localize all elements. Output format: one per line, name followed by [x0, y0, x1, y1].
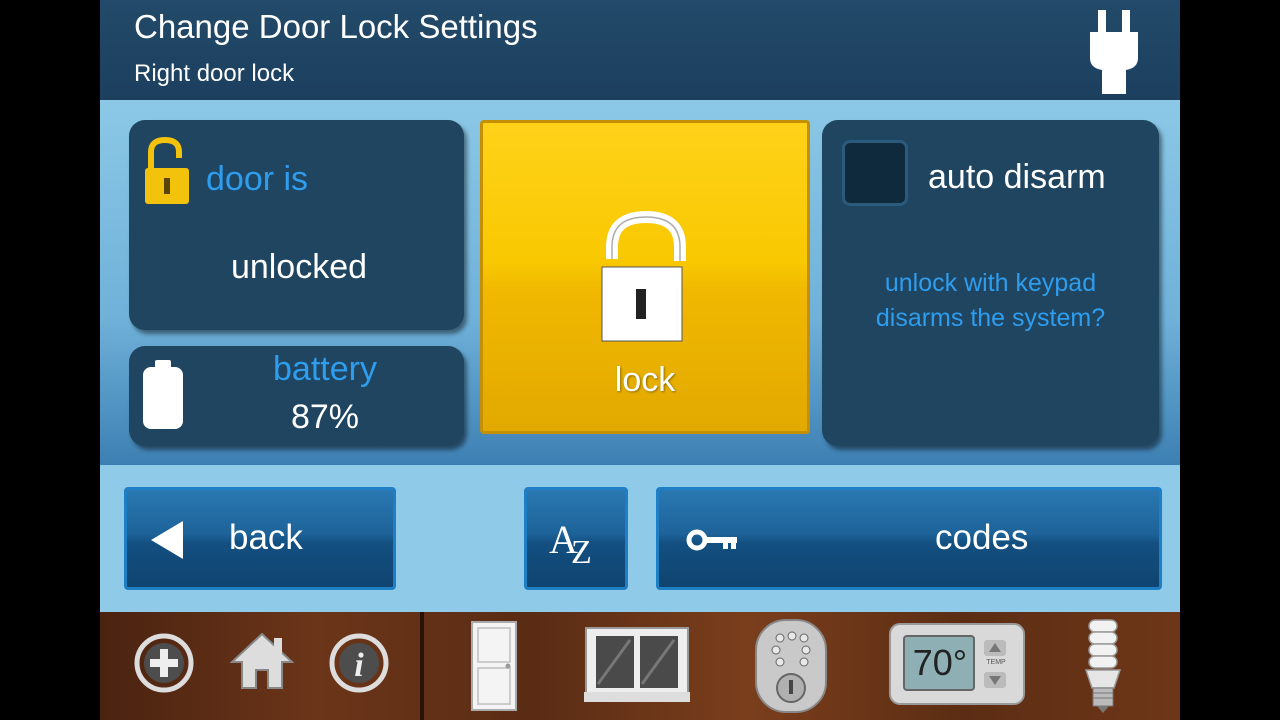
power-plug-icon: [1090, 10, 1138, 94]
window-icon[interactable]: [584, 626, 690, 702]
door-icon[interactable]: [470, 620, 518, 712]
settings-area: door is unlocked battery 87% lock auto d…: [100, 100, 1180, 465]
auto-disarm-question-line1: unlock with keypad: [884, 269, 1097, 297]
door-status-value: unlocked: [230, 248, 368, 286]
door-status-label: door is: [206, 160, 309, 198]
action-button-row: back A Z codes: [100, 465, 1180, 612]
app-window: Change Door Lock Settings Right door loc…: [100, 0, 1180, 720]
back-button-label: back: [229, 518, 303, 557]
battery-icon: [143, 360, 183, 429]
add-icon[interactable]: [133, 632, 195, 694]
codes-button-label: codes: [935, 518, 1029, 557]
home-icon[interactable]: [230, 630, 294, 690]
back-button[interactable]: back: [124, 487, 396, 590]
deadbolt-keypad-icon[interactable]: [752, 616, 830, 716]
page-subtitle: Right door lock: [134, 60, 295, 87]
svg-text:i: i: [354, 647, 364, 684]
header: Change Door Lock Settings Right door loc…: [100, 0, 1180, 100]
back-arrow-icon: [151, 521, 183, 559]
sort-az-button[interactable]: A Z: [524, 487, 628, 590]
light-bulb-icon[interactable]: [1080, 616, 1126, 716]
info-icon[interactable]: i: [328, 632, 390, 694]
door-status-panel: door is unlocked: [129, 120, 464, 330]
auto-disarm-question-line2: disarms the system?: [875, 304, 1106, 332]
thermostat-icon[interactable]: 70° TEMP: [888, 622, 1026, 706]
lock-button-label: lock: [614, 361, 676, 399]
padlock-open-icon: [145, 136, 189, 204]
lock-button[interactable]: lock: [480, 120, 810, 434]
padlock-open-icon: [601, 210, 686, 342]
bottom-nav-bar: i 70° TEMP: [100, 612, 1180, 720]
battery-value: 87%: [290, 398, 360, 436]
thermostat-temperature: 70°: [912, 642, 968, 683]
battery-panel: battery 87%: [129, 346, 464, 446]
battery-label: battery: [273, 350, 377, 388]
sort-letter-z: Z: [571, 534, 592, 571]
codes-button[interactable]: codes: [656, 487, 1162, 590]
auto-disarm-checkbox[interactable]: [842, 140, 908, 206]
auto-disarm-panel: auto disarm unlock with keypad disarms t…: [822, 120, 1159, 446]
auto-disarm-description: unlock with keypad disarms the system?: [822, 266, 1159, 336]
key-icon: [686, 529, 737, 551]
thermostat-temp-label: TEMP: [986, 659, 1006, 666]
auto-disarm-label: auto disarm: [928, 158, 1106, 196]
nav-divider: [420, 612, 424, 720]
page-title: Change Door Lock Settings: [134, 8, 538, 45]
